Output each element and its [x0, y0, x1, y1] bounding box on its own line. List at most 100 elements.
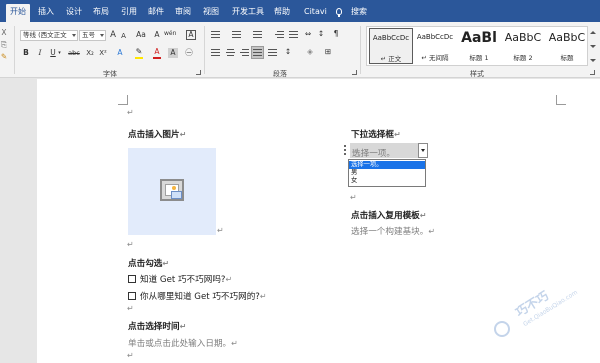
styles-dialog-launcher[interactable]	[590, 70, 595, 75]
checkbox[interactable]	[128, 275, 136, 283]
content-control-handle[interactable]	[343, 144, 348, 158]
heading-text: 点击选择时间	[128, 322, 180, 332]
highlight-color-swatch	[135, 57, 143, 59]
style-no-spacing[interactable]: AaBbCcDc ↵ 无间隔	[413, 28, 457, 64]
paragraph-mark: ↵	[127, 304, 134, 313]
chevron-up-icon[interactable]	[590, 31, 596, 34]
format-painter-icon[interactable]: ✎	[0, 52, 8, 62]
char-border-button[interactable]: A	[186, 30, 196, 40]
dropdown-option[interactable]: 男	[349, 169, 425, 177]
chevron-down-icon[interactable]	[72, 34, 76, 37]
paragraph-mark: ↵	[179, 130, 187, 139]
date-heading: 点击选择时间↵	[128, 320, 186, 332]
borders-icon[interactable]: ⊞	[323, 47, 333, 57]
tab-help[interactable]: 帮助	[270, 4, 294, 22]
tab-design[interactable]: 设计	[62, 4, 86, 22]
building-block-control[interactable]: 选择一个构建基块。↵	[351, 225, 435, 237]
paragraph-mark: ↵	[259, 292, 267, 301]
align-left-icon[interactable]	[211, 49, 220, 57]
picture-placeholder-icon[interactable]	[160, 179, 184, 201]
dropdown-field[interactable]: 选择一项。 ↵	[350, 143, 418, 159]
watermark-logo	[494, 321, 510, 337]
document-page[interactable]	[37, 79, 600, 363]
font-name-select[interactable]: 等线 (西文正文	[20, 30, 78, 41]
dropdown-option[interactable]: 选择一项。	[349, 161, 425, 169]
char-shading-button[interactable]: A	[168, 48, 178, 58]
checkbox-item: 你从哪里知道 Get 巧不巧网的?↵	[128, 290, 267, 302]
shrink-font-button[interactable]: A	[119, 31, 128, 41]
style-heading-2[interactable]: AaBbC 标题 2	[501, 28, 545, 64]
underline-button[interactable]: U	[49, 48, 57, 58]
decrease-indent-icon[interactable]	[275, 31, 284, 39]
tab-layout[interactable]: 布局	[89, 4, 113, 22]
justify-icon[interactable]	[253, 49, 262, 57]
distributed-icon[interactable]	[268, 49, 277, 57]
tab-mailings[interactable]: 邮件	[144, 4, 168, 22]
tab-home[interactable]: 开始	[6, 4, 30, 22]
align-center-icon[interactable]	[226, 49, 235, 57]
paragraph-mark: ↵	[350, 193, 357, 202]
tab-developer[interactable]: 开发工具	[228, 4, 268, 22]
dropdown-option[interactable]: 女	[349, 177, 425, 185]
chinese-layout-icon[interactable]: ⇔	[303, 29, 313, 39]
style-heading-1[interactable]: AaBl 标题 1	[457, 28, 501, 64]
chevron-down-icon[interactable]	[590, 45, 596, 48]
phonetic-guide-button[interactable]: wén	[164, 29, 176, 39]
highlighter-icon[interactable]: ✎	[134, 47, 144, 57]
increase-indent-icon[interactable]	[289, 31, 298, 39]
font-dialog-launcher[interactable]	[196, 70, 201, 75]
chevron-down-icon[interactable]: ▾	[57, 48, 62, 58]
style-name: ↵ 无间隔	[421, 54, 449, 62]
font-color-button[interactable]: A	[152, 47, 162, 57]
multilevel-list-icon[interactable]	[253, 31, 262, 39]
heading-text: 点击勾选	[128, 259, 163, 269]
heading-text: 点击插入图片	[128, 130, 180, 140]
shading-icon[interactable]: ◈	[305, 47, 315, 57]
bullets-icon[interactable]	[211, 31, 220, 39]
chevron-down-icon[interactable]	[421, 149, 425, 152]
style-preview: AaBbC	[548, 31, 586, 44]
dropdown-toggle[interactable]	[418, 143, 428, 158]
numbering-icon[interactable]	[232, 31, 241, 39]
tab-references[interactable]: 引用	[117, 4, 141, 22]
group-separator	[204, 26, 205, 74]
paragraph-dialog-launcher[interactable]	[352, 70, 357, 75]
insert-image-heading: 点击插入图片↵	[128, 128, 186, 140]
clear-format-button[interactable]: A	[152, 30, 162, 40]
change-case-button[interactable]: Aa	[133, 30, 149, 40]
tab-search[interactable]: 搜索	[347, 4, 371, 22]
grow-font-button[interactable]: A	[108, 30, 118, 40]
cut-icon[interactable]: X	[0, 28, 8, 38]
strikethrough-button[interactable]: abc	[67, 48, 81, 58]
paragraph-mark: ↵	[225, 275, 233, 284]
date-picker-control[interactable]: 单击或点击此处输入日期。↵	[128, 337, 238, 349]
tab-citavi[interactable]: Citavi	[300, 4, 331, 22]
heading-text: 下拉选择框	[351, 130, 394, 140]
style-title[interactable]: AaBbC 标题	[545, 28, 589, 64]
align-right-icon[interactable]	[240, 49, 249, 57]
more-styles-icon[interactable]	[590, 59, 596, 62]
gallery-scroll[interactable]	[589, 26, 598, 66]
copy-icon[interactable]: ⎘	[0, 40, 8, 50]
line-spacing-icon[interactable]: ↕	[282, 47, 294, 57]
checkbox-item: 知道 Get 巧不巧网吗?↵	[128, 273, 232, 285]
style-name: ↵ 正文	[380, 55, 402, 63]
subscript-button[interactable]: X₂	[84, 48, 96, 58]
style-normal[interactable]: AaBbCcDc ↵ 正文	[369, 28, 413, 64]
chevron-down-icon[interactable]	[100, 34, 104, 37]
sort-icon[interactable]: ↕	[316, 29, 326, 39]
italic-button[interactable]: I	[36, 48, 44, 58]
bold-button[interactable]: B	[22, 48, 30, 58]
paragraph-mark: ↵	[179, 322, 187, 331]
style-name: 标题 2	[513, 54, 533, 62]
tab-view[interactable]: 视图	[199, 4, 223, 22]
tab-insert[interactable]: 插入	[34, 4, 58, 22]
tab-review[interactable]: 审阅	[171, 4, 195, 22]
superscript-button[interactable]: X²	[97, 48, 109, 58]
font-size-select[interactable]: 五号	[79, 30, 106, 41]
text-effects-button[interactable]: A	[115, 48, 125, 58]
checkbox[interactable]	[128, 292, 136, 300]
enclose-char-button[interactable]: ㊀	[184, 48, 194, 58]
show-marks-icon[interactable]: ¶	[331, 29, 341, 39]
font-size-value: 五号	[82, 31, 95, 39]
